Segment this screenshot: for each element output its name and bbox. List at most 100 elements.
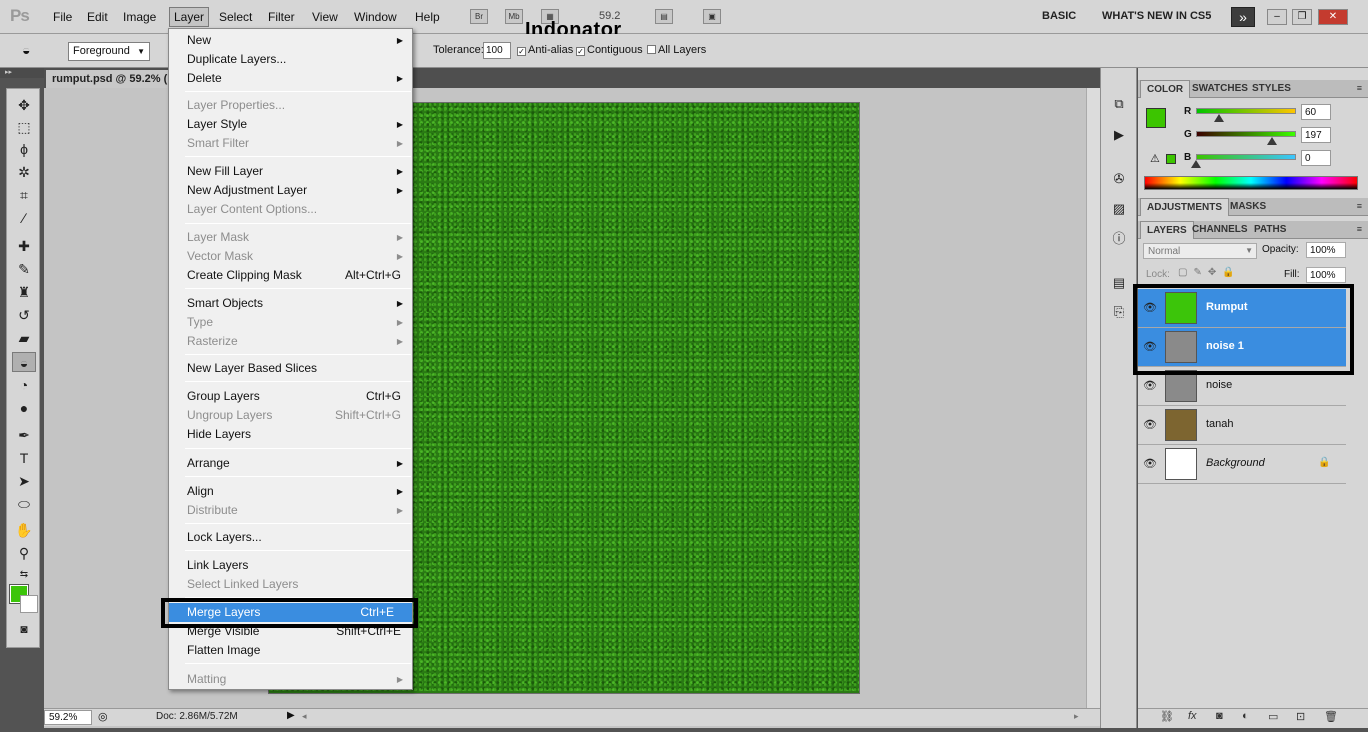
tab-styles[interactable]: STYLES bbox=[1246, 80, 1297, 98]
menu-item-hide-layers[interactable]: Hide Layers bbox=[187, 425, 409, 444]
menu-item-link-layers[interactable]: Link Layers bbox=[187, 556, 409, 575]
healing-brush-icon[interactable]: ✚ bbox=[12, 236, 36, 256]
more-workspaces-button[interactable]: » bbox=[1231, 7, 1255, 27]
status-zoom-field[interactable]: 59.2% bbox=[44, 710, 92, 725]
history-panel-icon[interactable]: ⧉ bbox=[1110, 96, 1128, 112]
menu-image[interactable]: Image bbox=[123, 10, 156, 24]
red-value-input[interactable]: 60 bbox=[1301, 104, 1331, 120]
menu-help[interactable]: Help bbox=[415, 10, 440, 24]
actions-panel-icon[interactable]: ▶ bbox=[1110, 127, 1128, 143]
new-group-icon[interactable]: ▭ bbox=[1268, 710, 1278, 723]
histogram-panel-icon[interactable]: ▨ bbox=[1110, 201, 1128, 217]
close-button[interactable]: ✕ bbox=[1318, 9, 1348, 25]
document-tab[interactable]: rumput.psd @ 59.2% ( bbox=[46, 70, 176, 88]
crop-tool-icon[interactable]: ⌗ bbox=[12, 185, 36, 205]
blue-slider[interactable] bbox=[1196, 154, 1296, 160]
path-selection-icon[interactable]: ➤ bbox=[12, 471, 36, 491]
fill-source-select[interactable]: Foreground ▼ bbox=[68, 42, 150, 61]
paint-bucket-tool-icon[interactable]: ◒ bbox=[12, 352, 36, 372]
menu-item-new-fill-layer[interactable]: New Fill Layer ▶ bbox=[187, 162, 409, 181]
workspace-whats-new[interactable]: WHAT'S NEW IN CS5 bbox=[1102, 10, 1211, 22]
menu-item-create-clipping-mask[interactable]: Create Clipping Mask Alt+Ctrl+G bbox=[187, 266, 409, 285]
bridge-button[interactable]: Br bbox=[470, 9, 488, 24]
tab-swatches[interactable]: SWATCHES bbox=[1186, 80, 1254, 98]
menu-item-delete[interactable]: Delete ▶ bbox=[187, 69, 409, 88]
menu-file[interactable]: File bbox=[53, 10, 72, 24]
blur-tool-icon[interactable]: ◔ bbox=[12, 375, 36, 395]
background-color-swatch[interactable] bbox=[20, 595, 38, 613]
ellipse-tool-icon[interactable]: ⬭ bbox=[12, 494, 36, 514]
move-tool-icon[interactable]: ✥ bbox=[12, 95, 36, 115]
swap-colors-icon[interactable]: ⇆ bbox=[12, 565, 36, 585]
menu-item-new[interactable]: New ▶ bbox=[187, 31, 409, 50]
menu-item-align[interactable]: Align ▶ bbox=[187, 482, 409, 501]
quick-mask-icon[interactable]: ◙ bbox=[12, 619, 36, 639]
blue-value-input[interactable]: 0 bbox=[1301, 150, 1331, 166]
hand-tool-icon[interactable]: ✋ bbox=[12, 520, 36, 540]
tab-color[interactable]: COLOR bbox=[1140, 80, 1191, 98]
menu-item-layer-style[interactable]: Layer Style ▶ bbox=[187, 115, 409, 134]
eye-icon[interactable]: 👁 bbox=[1143, 457, 1157, 471]
blue-slider-thumb[interactable] bbox=[1191, 160, 1201, 168]
scroll-right-icon[interactable]: ▸ bbox=[1074, 711, 1079, 722]
pen-tool-icon[interactable]: ✒ bbox=[12, 425, 36, 445]
clone-source-panel-icon[interactable]: ⎘ bbox=[1110, 304, 1128, 320]
lock-icons[interactable]: ▢✎✥🔒 bbox=[1178, 267, 1241, 278]
lasso-tool-icon[interactable]: ϕ bbox=[12, 139, 36, 159]
adjustment-layer-icon[interactable]: ◐ bbox=[1242, 710, 1249, 722]
toolbar-collapse-handle[interactable]: ▸▸ bbox=[0, 68, 44, 78]
vertical-scrollbar[interactable] bbox=[1086, 88, 1100, 708]
clone-stamp-icon[interactable]: ♜ bbox=[12, 282, 36, 302]
panel-menu-icon[interactable]: ≡ bbox=[1357, 224, 1362, 234]
menu-item-new-adjustment-layer[interactable]: New Adjustment Layer ▶ bbox=[187, 181, 409, 200]
layer-style-icon[interactable]: fx bbox=[1188, 710, 1197, 722]
magic-wand-icon[interactable]: ✲ bbox=[12, 162, 36, 182]
menu-item-duplicate-layers[interactable]: Duplicate Layers... bbox=[187, 50, 409, 69]
dodge-tool-icon[interactable]: ● bbox=[12, 398, 36, 418]
color-panel-foreground-swatch[interactable] bbox=[1146, 108, 1166, 128]
layer-row-background[interactable]: 👁 Background 🔒 bbox=[1138, 445, 1346, 484]
zoom-tool-icon[interactable]: ⚲ bbox=[12, 543, 36, 563]
type-tool-icon[interactable]: T bbox=[12, 448, 36, 468]
workspace-basic[interactable]: BASIC bbox=[1042, 10, 1076, 22]
new-layer-icon[interactable]: ⊡ bbox=[1296, 710, 1305, 723]
navigator-panel-icon[interactable]: ✇ bbox=[1110, 171, 1128, 187]
paint-bucket-icon[interactable]: ◒ bbox=[22, 42, 30, 58]
menu-filter[interactable]: Filter bbox=[268, 10, 295, 24]
tab-channels[interactable]: CHANNELS bbox=[1186, 221, 1254, 239]
tab-adjustments[interactable]: ADJUSTMENTS bbox=[1140, 198, 1230, 216]
green-slider[interactable] bbox=[1196, 131, 1296, 137]
tolerance-input[interactable]: 100 bbox=[483, 42, 511, 59]
menu-view[interactable]: View bbox=[312, 10, 338, 24]
gamut-warning-icon[interactable]: ⚠ bbox=[1150, 152, 1160, 165]
layer-row-tanah[interactable]: 👁 tanah bbox=[1138, 406, 1346, 445]
contiguous-checkbox[interactable]: ✓ Contiguous bbox=[576, 44, 643, 56]
menu-item-flatten-image[interactable]: Flatten Image bbox=[187, 641, 409, 660]
gamut-color-chip[interactable] bbox=[1166, 154, 1176, 164]
delete-layer-icon[interactable]: 🗑 bbox=[1324, 710, 1338, 723]
green-value-input[interactable]: 197 bbox=[1301, 127, 1331, 143]
add-mask-icon[interactable]: ◙ bbox=[1216, 710, 1223, 722]
tab-masks[interactable]: MASKS bbox=[1224, 198, 1272, 216]
notes-panel-icon[interactable]: ▤ bbox=[1110, 275, 1128, 291]
eye-icon[interactable]: 👁 bbox=[1143, 418, 1157, 432]
eraser-icon[interactable]: ▰ bbox=[12, 328, 36, 348]
scroll-left-icon[interactable]: ◂ bbox=[302, 711, 307, 722]
antialias-checkbox[interactable]: ✓ Anti-alias bbox=[517, 44, 573, 56]
green-slider-thumb[interactable] bbox=[1267, 137, 1277, 145]
menu-item-smart-objects[interactable]: Smart Objects ▶ bbox=[187, 294, 409, 313]
mini-bridge-button[interactable]: Mb bbox=[505, 9, 523, 24]
history-brush-icon[interactable]: ↺ bbox=[12, 305, 36, 325]
all-layers-checkbox[interactable]: All Layers bbox=[647, 44, 706, 56]
arrange-documents-icon[interactable]: ▤ bbox=[655, 9, 673, 24]
menu-layer[interactable]: Layer bbox=[169, 7, 210, 27]
eye-icon[interactable]: 👁 bbox=[1143, 379, 1157, 393]
menu-item-new-layer-based-slices[interactable]: New Layer Based Slices bbox=[187, 359, 409, 378]
fill-input[interactable]: 100% bbox=[1306, 267, 1346, 283]
restore-button[interactable]: ❐ bbox=[1292, 9, 1312, 25]
panel-menu-icon[interactable]: ≡ bbox=[1357, 83, 1362, 93]
menu-edit[interactable]: Edit bbox=[87, 10, 108, 24]
menu-select[interactable]: Select bbox=[219, 10, 252, 24]
menu-item-arrange[interactable]: Arrange ▶ bbox=[187, 454, 409, 473]
status-menu-arrow-icon[interactable]: ▶ bbox=[287, 710, 295, 721]
